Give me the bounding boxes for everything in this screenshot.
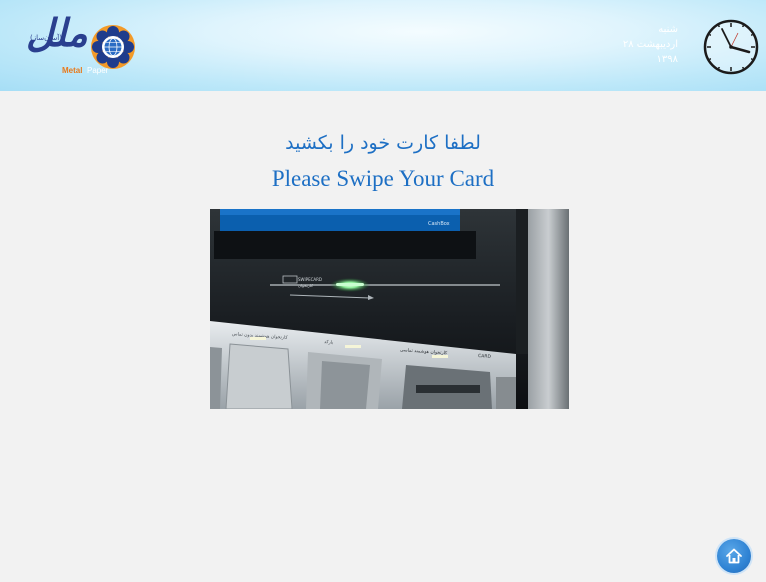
globe-emblem-icon	[91, 25, 135, 69]
year-label: ۱۳۹۸	[656, 54, 678, 65]
svg-text:SWIPECARD: SWIPECARD	[298, 277, 322, 282]
analog-clock-icon	[703, 19, 759, 75]
svg-text:بارکد: بارکد	[324, 339, 334, 346]
svg-text:کارتخوان: کارتخوان	[298, 283, 313, 288]
logo-paper-word: Paper	[87, 66, 109, 75]
logo-metal-word: Metal	[62, 66, 83, 75]
svg-text:CashBox: CashBox	[428, 221, 450, 227]
header-bar: ملل (آسان‌ساز) Metal Paper	[0, 0, 766, 91]
date-display: شنبه ۲۸ اردیبهشت ۱۳۹۸	[623, 22, 678, 67]
bank-logo: ملل (آسان‌ساز) Metal Paper	[20, 10, 150, 82]
logo-script: ملل (آسان‌ساز)	[20, 10, 95, 82]
day-month-label: ۲۸ اردیبهشت	[622, 39, 678, 50]
prompt-persian: لطفا کارت خود را بکشید	[285, 132, 481, 154]
weekday-label: شنبه	[658, 24, 678, 35]
home-icon	[726, 548, 742, 564]
logo-tagline: (آسان‌ساز)	[30, 34, 62, 42]
svg-text:CARD: CARD	[478, 353, 492, 360]
prompt-english: Please Swipe Your Card	[271, 166, 495, 191]
home-button[interactable]	[717, 539, 751, 573]
card-reader-photo: CashBox SWIPECARD کارتخوان کارتخوان هوشم…	[210, 209, 569, 409]
logo-script-text: ملل	[26, 10, 88, 55]
